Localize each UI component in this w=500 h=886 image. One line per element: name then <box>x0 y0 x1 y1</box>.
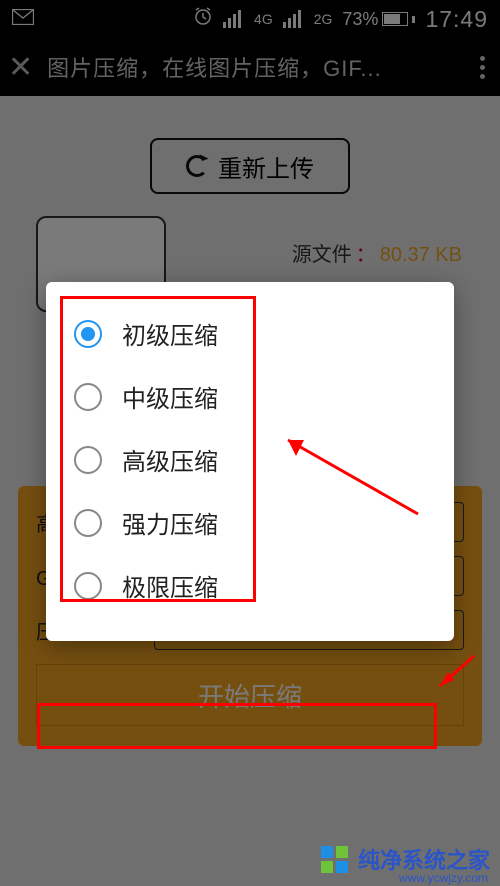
annotation-arrow-1 <box>268 422 428 522</box>
radio-icon <box>74 320 102 348</box>
radio-option-extreme[interactable]: 极限压缩 <box>56 554 444 617</box>
screen-root: 4G 2G 73% 17:49 ✕ 图片压缩，在线图片压缩，GIF... 重新上… <box>0 0 500 886</box>
radio-label: 强力压缩 <box>122 505 218 540</box>
radio-icon <box>74 572 102 600</box>
watermark-url: www.ycwjzy.com <box>399 871 488 885</box>
radio-icon <box>74 509 102 537</box>
radio-label: 中级压缩 <box>122 379 218 414</box>
radio-label: 初级压缩 <box>122 316 218 351</box>
radio-icon <box>74 446 102 474</box>
watermark-logo-icon <box>321 846 348 873</box>
watermark: 纯净系统之家 www.ycwjzy.com <box>311 836 500 886</box>
radio-label: 极限压缩 <box>122 568 218 603</box>
annotation-arrow-2 <box>430 650 480 700</box>
radio-label: 高级压缩 <box>122 442 218 477</box>
radio-option-medium[interactable]: 中级压缩 <box>56 365 444 428</box>
radio-icon <box>74 383 102 411</box>
radio-option-basic[interactable]: 初级压缩 <box>56 302 444 365</box>
